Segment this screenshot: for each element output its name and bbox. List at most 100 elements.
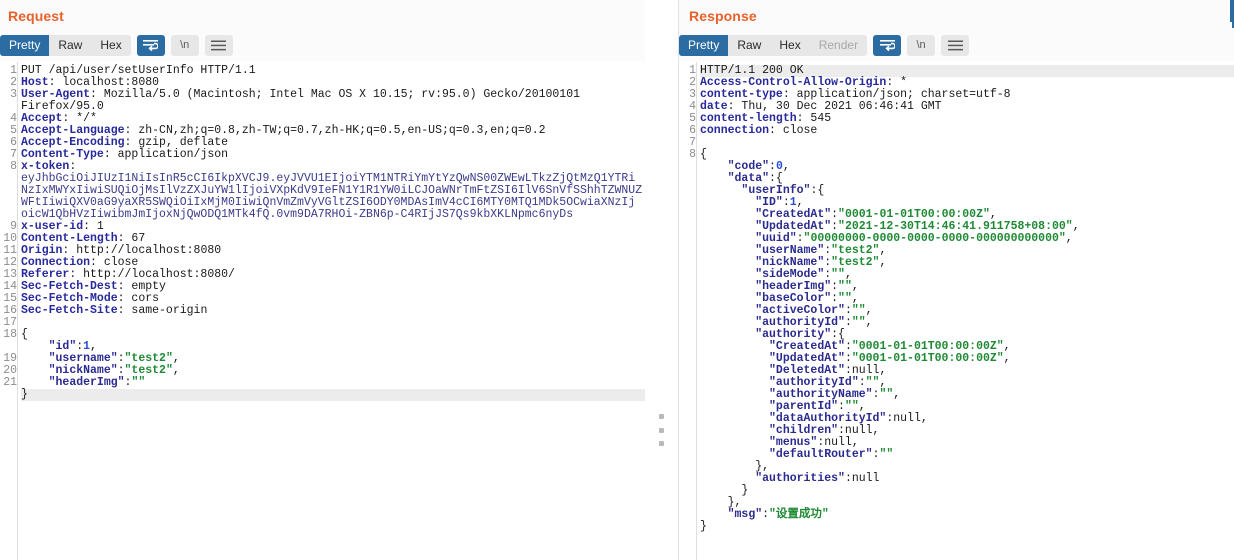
request-line-number	[0, 101, 17, 113]
newline-icon[interactable]: \n	[170, 34, 199, 56]
newline-icon-label: \n	[180, 38, 190, 51]
response-code-line[interactable]: }	[700, 521, 1234, 533]
response-code-line[interactable]: connection: close	[700, 125, 1234, 137]
request-tab-pretty[interactable]: Pretty	[0, 34, 50, 56]
request-line-number	[0, 173, 17, 185]
response-code-token: : close	[769, 124, 818, 137]
response-line-number	[679, 497, 696, 509]
request-code-line[interactable]: "headerImg":""	[21, 377, 645, 389]
request-code-area[interactable]: 1 2 3 4 5 6 7 8 9 10 11 12 13 14 15 16 17 18 19 20 21 PUT /a…	[0, 61, 645, 560]
request-toolbar: Pretty Raw Hex \n	[0, 30, 645, 61]
request-code-content[interactable]: PUT /api/user/setUserInfo HTTP/1.1 Host: …	[21, 62, 645, 560]
response-tab-raw[interactable]: Raw	[728, 35, 770, 56]
request-line-number	[0, 389, 17, 401]
request-line-number	[0, 209, 17, 221]
request-code-token: ,	[172, 364, 180, 377]
request-line-number	[0, 341, 17, 353]
response-line-number	[679, 293, 696, 305]
request-line-number: 6	[10, 137, 17, 149]
response-line-number: 6	[689, 125, 696, 137]
request-tab-hex[interactable]: Hex	[91, 35, 130, 56]
request-code-line[interactable]: Content-Type: application/json	[21, 149, 645, 161]
response-code-token: :{	[810, 184, 825, 197]
response-panel: Response Pretty Raw Hex Render \n 1 2 3 …	[679, 0, 1234, 560]
request-code-token: "headerImg"	[48, 376, 125, 389]
request-line-number: 8	[10, 161, 17, 173]
response-code-line[interactable]: "defaultRouter":""	[700, 449, 1234, 461]
response-code-line[interactable]	[700, 137, 1234, 149]
response-line-number	[679, 413, 696, 425]
response-line-numbers: 12345678	[679, 62, 696, 560]
response-line-number	[679, 437, 696, 449]
response-view-mode-tabs[interactable]: Pretty Raw Hex Render	[679, 34, 868, 56]
response-line-number	[679, 245, 696, 257]
request-code-line[interactable]: Firefox/95.0	[21, 101, 645, 113]
request-line-number: 19	[3, 353, 17, 365]
request-code-line[interactable]: oicW1QbHVzIiwibmJmIjoxNjQwODQ1MTk4fQ.0vm…	[21, 209, 645, 221]
response-line-number: 2	[689, 77, 696, 89]
response-tab-hex[interactable]: Hex	[770, 35, 809, 56]
request-tab-raw[interactable]: Raw	[49, 35, 91, 56]
word-wrap-icon[interactable]	[873, 34, 902, 56]
request-code-line[interactable]: Sec-Fetch-Site: same-origin	[21, 305, 645, 317]
request-code-line[interactable]: {	[21, 329, 645, 341]
response-line-number	[679, 509, 696, 521]
menu-icon[interactable]	[941, 34, 970, 56]
word-wrap-icon[interactable]	[136, 34, 165, 56]
response-gutter-divider	[696, 62, 697, 560]
response-line-number	[679, 461, 696, 473]
request-line-number: 14	[3, 281, 17, 293]
menu-icon[interactable]	[204, 34, 233, 56]
response-code-area[interactable]: 12345678 HTTP/1.1 200 OK Access-Control-A…	[679, 61, 1234, 560]
response-code-token: "authorities"	[755, 472, 845, 485]
response-tab-render: Render	[810, 35, 867, 56]
response-code-token: ,	[1065, 232, 1073, 245]
response-line-number	[679, 485, 696, 497]
response-code-token: ,	[1003, 352, 1011, 365]
response-line-number	[679, 329, 696, 341]
request-line-number: 9	[10, 221, 17, 233]
request-line-number: 1	[10, 65, 17, 77]
request-line-number: 5	[10, 125, 17, 137]
request-code-line[interactable]: }	[21, 389, 645, 401]
newline-icon[interactable]: \n	[907, 34, 936, 56]
response-line-number: 4	[689, 101, 696, 113]
request-line-number: 13	[3, 269, 17, 281]
response-code-token: "defaultRouter"	[769, 448, 873, 461]
request-line-number: 12	[3, 257, 17, 269]
request-line-number: 15	[3, 293, 17, 305]
request-line-number: 16	[3, 305, 17, 317]
response-code-token: :	[762, 508, 770, 521]
response-code-token: ,	[879, 256, 887, 269]
response-line-number	[679, 365, 696, 377]
response-line-number	[679, 257, 696, 269]
request-code-line[interactable]: User-Agent: Mozilla/5.0 (Macintosh; Inte…	[21, 89, 645, 101]
response-code-token: ,	[782, 160, 790, 173]
response-code-content[interactable]: HTTP/1.1 200 OK Access-Control-Allow-Orig…	[700, 62, 1234, 560]
http-message-viewer: Request Pretty Raw Hex \n 1 2 3 4 5 6 7 …	[0, 0, 1234, 560]
request-view-mode-tabs[interactable]: Pretty Raw Hex	[0, 34, 131, 56]
request-line-number: 18	[3, 329, 17, 341]
response-line-number	[679, 389, 696, 401]
splitter-drag-handle[interactable]	[657, 414, 665, 446]
request-line-number: 7	[10, 149, 17, 161]
response-code-line[interactable]: "authorities":null	[700, 473, 1234, 485]
request-gutter-divider	[17, 62, 18, 560]
response-code-token: ""	[879, 448, 894, 461]
response-line-number	[679, 521, 696, 533]
response-code-line[interactable]: }	[700, 485, 1234, 497]
response-line-number	[679, 401, 696, 413]
response-code-token: ""	[879, 388, 894, 401]
response-code-token: connection	[700, 124, 770, 137]
response-code-line[interactable]: "msg":"设置成功"	[700, 509, 1234, 521]
panel-splitter[interactable]	[645, 0, 679, 560]
response-line-number	[679, 281, 696, 293]
response-tab-pretty[interactable]: Pretty	[679, 34, 729, 56]
request-code-line[interactable]	[21, 317, 645, 329]
response-line-number	[679, 233, 696, 245]
scrollbar-accent[interactable]	[1230, 0, 1234, 22]
request-line-number: 21	[3, 377, 17, 389]
newline-icon-label: \n	[916, 38, 926, 51]
response-line-number	[679, 377, 696, 389]
request-code-token: }	[21, 388, 28, 401]
